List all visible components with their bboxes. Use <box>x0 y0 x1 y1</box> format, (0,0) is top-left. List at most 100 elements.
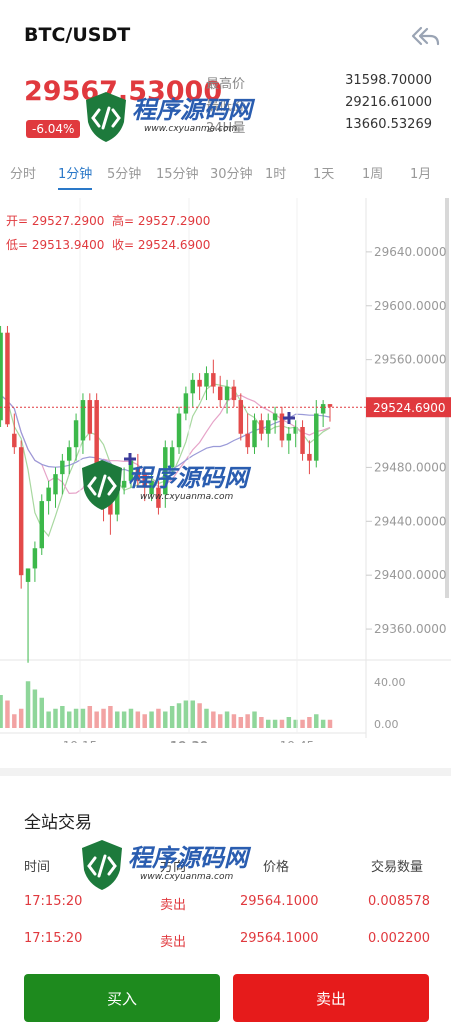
trade-time: 17:15:20 <box>24 931 83 946</box>
candle-body <box>60 460 65 475</box>
watermark: 程序源码网 www.cxyuanma.com <box>78 456 278 536</box>
double-back-arrow-icon[interactable] <box>408 24 440 48</box>
candle-body <box>300 427 305 454</box>
watermark-text: 程序源码网 <box>132 96 252 124</box>
volume-bar <box>231 714 237 728</box>
volume-bar <box>259 717 264 728</box>
candle-body <box>73 420 79 448</box>
volume-bar <box>169 706 175 728</box>
candle-body <box>245 433 250 448</box>
price-tick-label: 29640.0000 <box>374 245 447 259</box>
stat-value: 13660.53269 <box>345 117 432 132</box>
candle-body <box>211 373 216 387</box>
volume-bar <box>300 719 305 728</box>
ohlc-close: 收= 29524.6900 <box>112 238 211 252</box>
volume-bar <box>108 706 113 728</box>
watermark-text: 程序源码网 <box>128 844 248 872</box>
candle-body <box>197 379 202 387</box>
candle-body <box>18 447 24 576</box>
ohlc-low: 低= 29513.9400 <box>6 238 105 252</box>
shield-logo-icon <box>82 460 122 510</box>
tab-1day[interactable]: 1天 <box>313 164 334 190</box>
cross-marker-icon <box>283 412 295 424</box>
candle-body <box>272 413 278 421</box>
volume-bar <box>163 711 168 728</box>
tab-1week[interactable]: 1周 <box>362 164 383 190</box>
trade-price: 29564.1000 <box>240 931 319 946</box>
stat-value: 31598.70000 <box>345 73 432 88</box>
time-tick-label: 19:30 <box>170 739 208 743</box>
candle-body <box>259 420 264 434</box>
volume-bar <box>327 719 333 728</box>
stat-value: 29216.61000 <box>345 95 432 110</box>
volume-bar <box>101 708 106 728</box>
candle-body <box>66 447 72 461</box>
top-bar: BTC/USDT <box>0 0 451 70</box>
time-tick-label: 19:15 <box>63 739 98 743</box>
candle-body <box>286 433 292 441</box>
candle-body <box>217 386 223 401</box>
tab-timeshare[interactable]: 分时 <box>10 164 36 190</box>
volume-bar <box>204 708 209 728</box>
candle-body <box>320 404 326 414</box>
price-tick-label: 29360.0000 <box>374 622 447 636</box>
price-tick-label: 29440.0000 <box>374 514 447 528</box>
candle-body <box>327 404 333 407</box>
volume-bar <box>156 708 161 728</box>
candle-body <box>183 393 189 414</box>
volume-bar <box>217 714 223 728</box>
volume-bar <box>142 714 147 728</box>
volume-bar <box>115 711 120 728</box>
price-tick-label: 29560.0000 <box>374 353 447 367</box>
volume-bar <box>265 719 271 728</box>
candle-body <box>252 420 257 448</box>
candle-body <box>238 400 244 434</box>
candle-body <box>12 433 17 448</box>
volume-bar <box>73 708 79 728</box>
candle-body <box>80 400 86 441</box>
volume-bar <box>286 717 292 728</box>
price-tick-label: 29480.0000 <box>374 460 447 474</box>
volume-bar <box>94 711 99 728</box>
candle-body <box>39 501 45 549</box>
trade-side: 卖出 <box>160 935 187 950</box>
candle-body <box>53 474 58 495</box>
volume-bar <box>197 703 202 728</box>
volume-bar <box>245 714 250 728</box>
trade-time: 17:15:20 <box>24 894 83 909</box>
ohlc-row-2: 低= 29513.9400 收= 29524.6900 <box>6 236 210 253</box>
candle-body <box>176 413 182 448</box>
volume-bar <box>176 703 182 728</box>
volume-bar <box>18 708 24 728</box>
volume-bar <box>211 711 216 728</box>
section-divider <box>0 768 451 776</box>
volume-bar <box>53 708 58 728</box>
volume-bar <box>80 708 86 728</box>
sell-button[interactable]: 卖出 <box>233 974 429 1022</box>
volume-bar <box>66 711 72 728</box>
col-header-qty: 交易数量 <box>371 860 424 875</box>
candle-body <box>224 386 230 401</box>
candle-body <box>265 420 271 434</box>
watermark: 程序源码网 www.cxyuanma.com <box>82 88 282 168</box>
tab-1month[interactable]: 1月 <box>410 164 431 190</box>
buy-button[interactable]: 买入 <box>24 974 220 1022</box>
volume-bar <box>32 689 38 728</box>
volume-bar <box>135 711 141 728</box>
shield-logo-icon <box>82 840 122 890</box>
trade-qty: 0.008578 <box>368 894 431 909</box>
candle-body <box>314 413 319 461</box>
candle-body <box>190 379 195 394</box>
volume-bar <box>307 717 312 728</box>
candle-body <box>204 373 209 387</box>
pair-title: BTC/USDT <box>24 24 131 46</box>
ohlc-row-1: 开= 29527.2900 高= 29527.2900 <box>6 212 210 229</box>
volume-bar <box>272 719 278 728</box>
volume-bar <box>25 681 31 728</box>
time-tick-label: 19:45 <box>280 739 315 743</box>
volume-tick-label: 0.00 <box>374 718 399 731</box>
candle-body <box>25 568 31 582</box>
volume-bar <box>224 711 230 728</box>
watermark-text: 程序源码网 <box>128 464 248 492</box>
trading-page: BTC/USDT 29567.53000 -6.04% 最高价 31598.70… <box>0 0 451 1024</box>
